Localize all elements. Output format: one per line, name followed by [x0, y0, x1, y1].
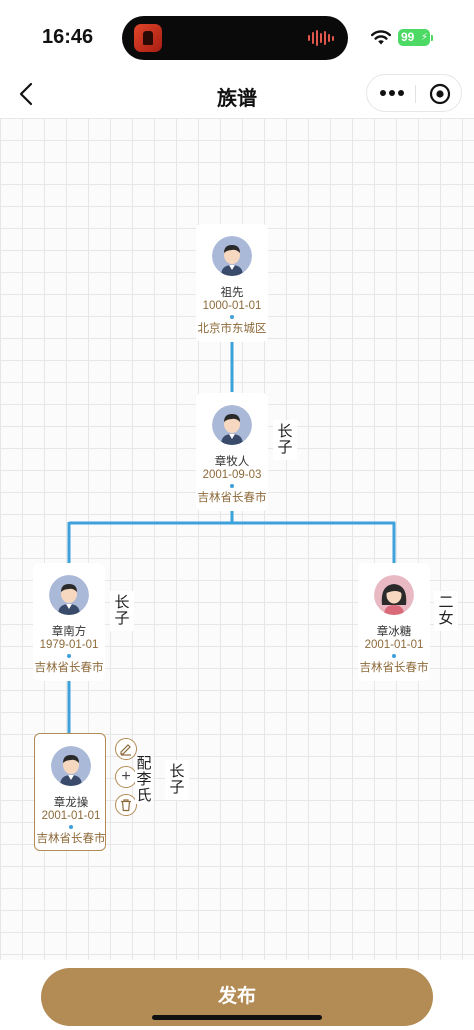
edit-icon — [120, 744, 131, 756]
member-card-zhang-muren[interactable]: 章牧人 2001-09-03 吉林省长春市 — [196, 393, 268, 511]
status-time: 16:46 — [42, 26, 94, 48]
more-icon[interactable] — [377, 83, 407, 103]
member-birth-date: 2001-01-01 — [41, 810, 101, 822]
member-birth-date: 2001-09-03 — [202, 469, 262, 481]
now-playing-app-icon[interactable] — [134, 24, 162, 52]
member-birthplace: 吉林省长春市 — [34, 662, 104, 674]
relation-tag: 二女 — [434, 591, 458, 631]
home-indicator — [152, 1015, 322, 1020]
member-name: 章龙操 — [53, 797, 89, 809]
male-avatar-icon — [51, 746, 91, 786]
connector-dot — [392, 654, 396, 658]
connector-dot — [230, 315, 234, 319]
member-birthplace: 北京市东城区 — [197, 323, 267, 335]
member-birthplace: 吉林省长春市 — [36, 833, 106, 845]
member-card-ancestor[interactable]: 祖先 1000-01-01 北京市东城区 — [196, 224, 268, 342]
spouse-label: 配李氏 — [135, 755, 153, 804]
edit-member-button[interactable] — [115, 738, 137, 760]
add-member-button[interactable]: + — [115, 766, 137, 788]
member-birth-date: 2001-01-01 — [364, 639, 424, 651]
relation-tag: 长子 — [165, 760, 189, 800]
male-avatar-icon — [49, 575, 89, 615]
female-avatar-icon — [374, 575, 414, 615]
bottom-bar: 发布 — [0, 960, 474, 1030]
wifi-icon — [371, 30, 391, 45]
member-name: 章南方 — [51, 626, 87, 638]
battery-level: 99 — [401, 30, 415, 44]
charging-bolt-icon: ⚡ — [420, 32, 428, 43]
member-birthplace: 吉林省长春市 — [197, 492, 267, 504]
nav-bar: 族谱 — [0, 72, 474, 118]
connector-dot — [230, 484, 234, 488]
mini-program-capsule — [366, 74, 462, 112]
delete-member-button[interactable] — [115, 794, 137, 816]
member-card-zhang-nanfang[interactable]: 章南方 1979-01-01 吉林省长春市 — [33, 563, 105, 681]
member-name: 章牧人 — [214, 456, 250, 468]
capsule-divider — [415, 85, 416, 103]
close-mini-program-icon[interactable] — [429, 83, 451, 105]
connector-dot — [69, 825, 73, 829]
male-avatar-icon — [212, 405, 252, 445]
member-card-zhang-longcao[interactable]: 章龙操 2001-01-01 吉林省长春市 — [34, 733, 106, 851]
status-bar: 16:46 99 ⚡ — [0, 0, 474, 72]
member-birth-date: 1000-01-01 — [202, 300, 262, 312]
family-tree-canvas[interactable]: 祖先 1000-01-01 北京市东城区 章牧人 2001-09-03 吉林省长… — [0, 118, 474, 960]
member-birthplace: 吉林省长春市 — [359, 662, 429, 674]
connector-dot — [67, 654, 71, 658]
male-avatar-icon — [212, 236, 252, 276]
dynamic-island[interactable] — [122, 16, 348, 60]
add-icon: + — [121, 768, 131, 785]
trash-icon — [121, 799, 131, 812]
member-name: 祖先 — [220, 287, 244, 299]
relation-tag: 长子 — [110, 591, 134, 631]
battery-indicator: 99 ⚡ — [398, 29, 433, 46]
audio-wave-icon — [308, 30, 334, 46]
relation-tag: 长子 — [273, 420, 297, 460]
member-card-zhang-bingtang[interactable]: 章冰糖 2001-01-01 吉林省长春市 — [358, 563, 430, 681]
member-birth-date: 1979-01-01 — [39, 639, 99, 651]
